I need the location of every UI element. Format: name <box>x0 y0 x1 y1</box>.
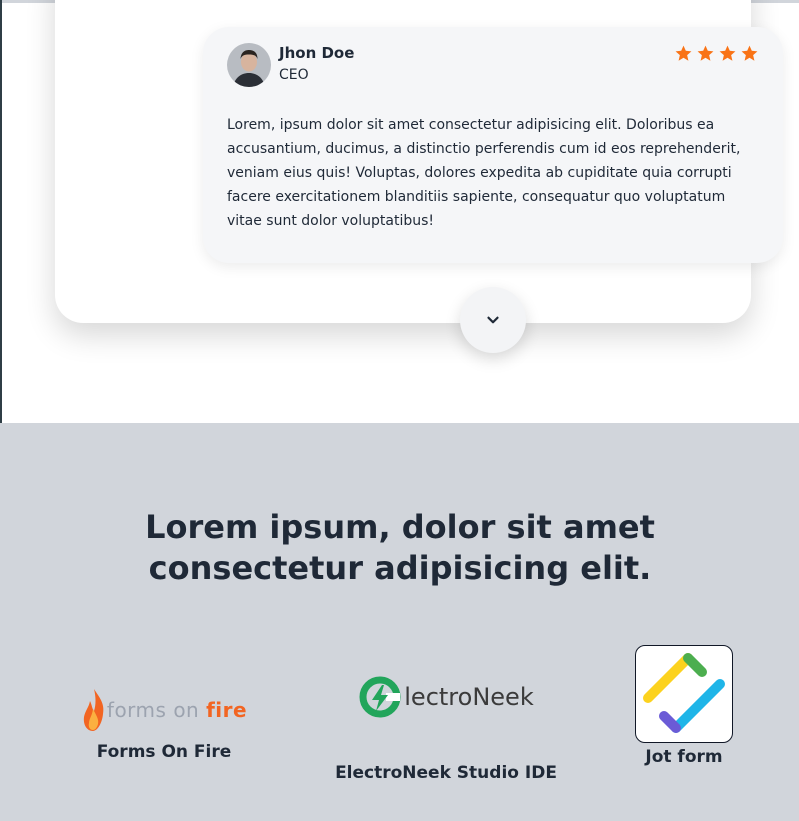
flame-icon <box>83 689 104 731</box>
star-icon <box>675 45 692 61</box>
partner-forms-on-fire[interactable]: forms on fire Forms On Fire <box>64 686 264 762</box>
left-border <box>0 0 2 423</box>
avatar <box>227 43 271 87</box>
rating-stars <box>674 44 759 63</box>
jotform-icon <box>643 653 725 733</box>
star-icon <box>697 45 714 61</box>
integrations-section: Lorem ipsum, dolor sit amet consectetur … <box>0 423 799 821</box>
partner-label: ElectroNeek Studio IDE <box>335 763 557 783</box>
section-title: Lorem ipsum, dolor sit amet consectetur … <box>145 508 655 587</box>
star-icon <box>741 45 758 61</box>
forms-on-fire-logo: forms on fire <box>64 686 264 734</box>
reviewer-name: Jhon Doe <box>279 44 355 62</box>
electroneek-logo: lectroNeek <box>321 672 571 722</box>
partner-label: Forms On Fire <box>96 742 232 762</box>
chevron-down-icon <box>487 316 499 324</box>
partner-label: Jot form <box>645 747 723 767</box>
partner-electroneek[interactable]: lectroNeek ElectroNeek Studio IDE <box>321 645 571 783</box>
expand-button[interactable] <box>460 287 526 353</box>
star-icon <box>719 45 736 61</box>
review-card: Jhon Doe CEO Lorem, ipsum dolor sit amet… <box>203 27 783 263</box>
partner-jotform[interactable]: Jot form <box>614 645 754 767</box>
logo-text: forms on <box>106 698 207 722</box>
review-text: Lorem, ipsum dolor sit amet consectetur … <box>227 117 741 229</box>
jotform-logo <box>635 645 733 743</box>
logo-text: lectroNeek <box>404 683 534 711</box>
electroneek-icon <box>359 676 401 718</box>
logo-text-accent: fire <box>206 698 248 722</box>
reviewer-role: CEO <box>279 67 309 83</box>
